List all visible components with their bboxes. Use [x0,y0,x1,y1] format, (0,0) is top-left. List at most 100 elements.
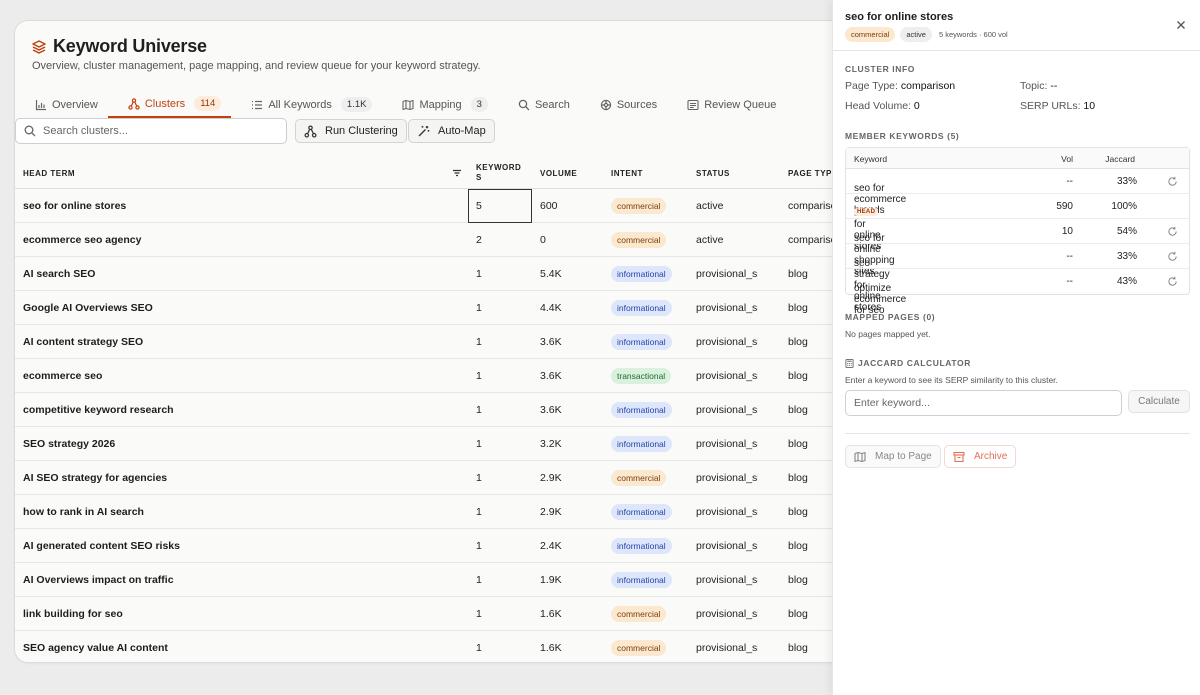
keywords-count-cell[interactable]: 1 [476,427,482,461]
member-column-keyword: Keyword [854,154,888,164]
volume-cell: 600 [540,200,558,212]
member-column-vol: Vol [1061,154,1073,164]
head-term-cell: SEO agency value AI content [23,642,168,654]
calculate-button[interactable]: Calculate [1128,390,1190,413]
keywords-count-cell[interactable]: 1 [476,291,482,325]
member-keywords-body: seo for ecommerce brands--33%seo for onl… [846,169,1189,316]
tab-mapping[interactable]: Mapping 3 [382,91,498,118]
page-type-cell: blog [788,506,808,518]
column-head-term[interactable]: HEAD TERM [23,157,75,189]
member-vol: 10 [1061,226,1073,237]
keywords-count-cell[interactable]: 1 [476,257,482,291]
tab-clusters[interactable]: Clusters 114 [107,91,232,118]
run-clustering-button[interactable]: Run Clustering [295,119,407,143]
column-keywords-line2: S [476,173,482,182]
tab-label: Sources [616,98,658,111]
filter-icon[interactable] [451,167,463,179]
keywords-count-cell[interactable]: 2 [476,223,482,257]
tab-count-badge: 114 [194,96,222,111]
jaccard-calculator-help: Enter a keyword to see its SERP similari… [845,375,1058,385]
status-cell: provisional_singleton [696,608,758,620]
tab-label: All Keywords [268,98,332,111]
panel-badges: commercial active 5 keywords · 600 vol [845,27,1008,42]
head-term-cell: AI content strategy SEO [23,336,144,348]
clusters-icon [128,97,140,110]
intent-badge: informational [611,402,672,418]
refresh-icon[interactable] [1167,176,1178,187]
column-keywords[interactable]: KEYWORD S [476,157,526,189]
head-term-cell: how to rank in AI search [23,506,144,518]
keywords-count-cell[interactable]: 1 [476,563,482,597]
bar-chart-icon [35,99,47,111]
column-page-type[interactable]: PAGE TYPE [788,157,834,189]
keywords-count-cell[interactable]: 5 [476,189,482,223]
search-input[interactable] [43,125,263,137]
keywords-count-cell[interactable]: 1 [476,597,482,631]
page-header: Keyword Universe [31,36,207,57]
divider [833,50,1200,51]
page-type-cell: blog [788,540,808,552]
intent-cell: informational [611,563,672,597]
column-status[interactable]: STATUS [696,157,730,189]
volume-cell: 4.4K [540,302,562,314]
column-intent[interactable]: INTENT [611,157,643,189]
map-to-page-button[interactable]: Map to Page [845,445,941,468]
refresh-icon[interactable] [1167,276,1178,287]
tab-review-queue[interactable]: Review Queue [667,91,786,118]
tab-overview[interactable]: Overview [15,91,108,118]
keywords-count-cell[interactable]: 1 [476,631,482,662]
member-jaccard: 54% [1116,226,1137,237]
page-type-value: comparison [900,80,956,92]
head-term-cell: ecommerce seo [23,370,103,382]
keywords-count-cell[interactable]: 1 [476,495,482,529]
page-type-cell: blog [788,404,808,416]
button-label: Auto-Map [438,125,486,137]
page-type-cell: blog [788,472,808,484]
cluster-search[interactable] [15,118,287,144]
close-icon[interactable] [1175,19,1187,31]
keywords-count-cell[interactable]: 1 [476,393,482,427]
head-volume-info: Head Volume: 0 [845,100,920,112]
tab-sources[interactable]: Sources [580,91,667,118]
page-type-cell: comparison [788,234,834,246]
button-label: Run Clustering [325,125,398,137]
keywords-count-cell[interactable]: 1 [476,529,482,563]
auto-map-button[interactable]: Auto-Map [408,119,495,143]
tab-all-keywords[interactable]: All Keywords 1.1K [231,91,382,118]
intent-badge: informational [611,538,672,554]
volume-cell: 3.6K [540,336,562,348]
head-term-cell: Google AI Overviews SEO [23,302,153,314]
intent-badge: commercial [611,470,667,486]
keywords-count-cell[interactable]: 1 [476,461,482,495]
keywords-count-cell[interactable]: 1 [476,325,482,359]
archive-button[interactable]: Archive [944,445,1017,468]
tab-search[interactable]: Search [498,91,580,118]
page-type-label: Page Type: [845,80,898,92]
page-type-cell: blog [788,370,808,382]
member-jaccard: 33% [1116,176,1137,187]
column-volume[interactable]: VOLUME [540,157,577,189]
refresh-icon[interactable] [1167,226,1178,237]
status-cell: provisional_singleton [696,438,758,450]
status-badge: active [900,27,932,42]
jaccard-keyword-input[interactable] [845,390,1122,416]
topic-value: -- [1050,80,1058,92]
button-label: Map to Page [875,451,932,462]
sources-icon [600,99,612,111]
intent-cell: commercial [611,597,667,631]
keywords-count-cell[interactable]: 1 [476,359,482,393]
intent-badge: informational [611,436,672,452]
jaccard-calculator-label: JACCARD CALCULATOR [858,358,971,368]
intent-badge: informational [611,334,672,350]
volume-cell: 1.6K [540,608,562,620]
member-vol: -- [1066,276,1073,287]
intent-cell: informational [611,325,672,359]
member-keyword-row: seo for online shopping sites 10 54% [846,219,1189,277]
intent-cell: informational [611,257,672,291]
head-tag: HEAD [854,208,879,216]
page-type-cell: blog [788,608,808,620]
member-jaccard: 33% [1116,251,1137,262]
head-term-cell: AI search SEO [23,268,96,280]
status-cell: provisional_singleton [696,302,758,314]
refresh-icon[interactable] [1167,251,1178,262]
